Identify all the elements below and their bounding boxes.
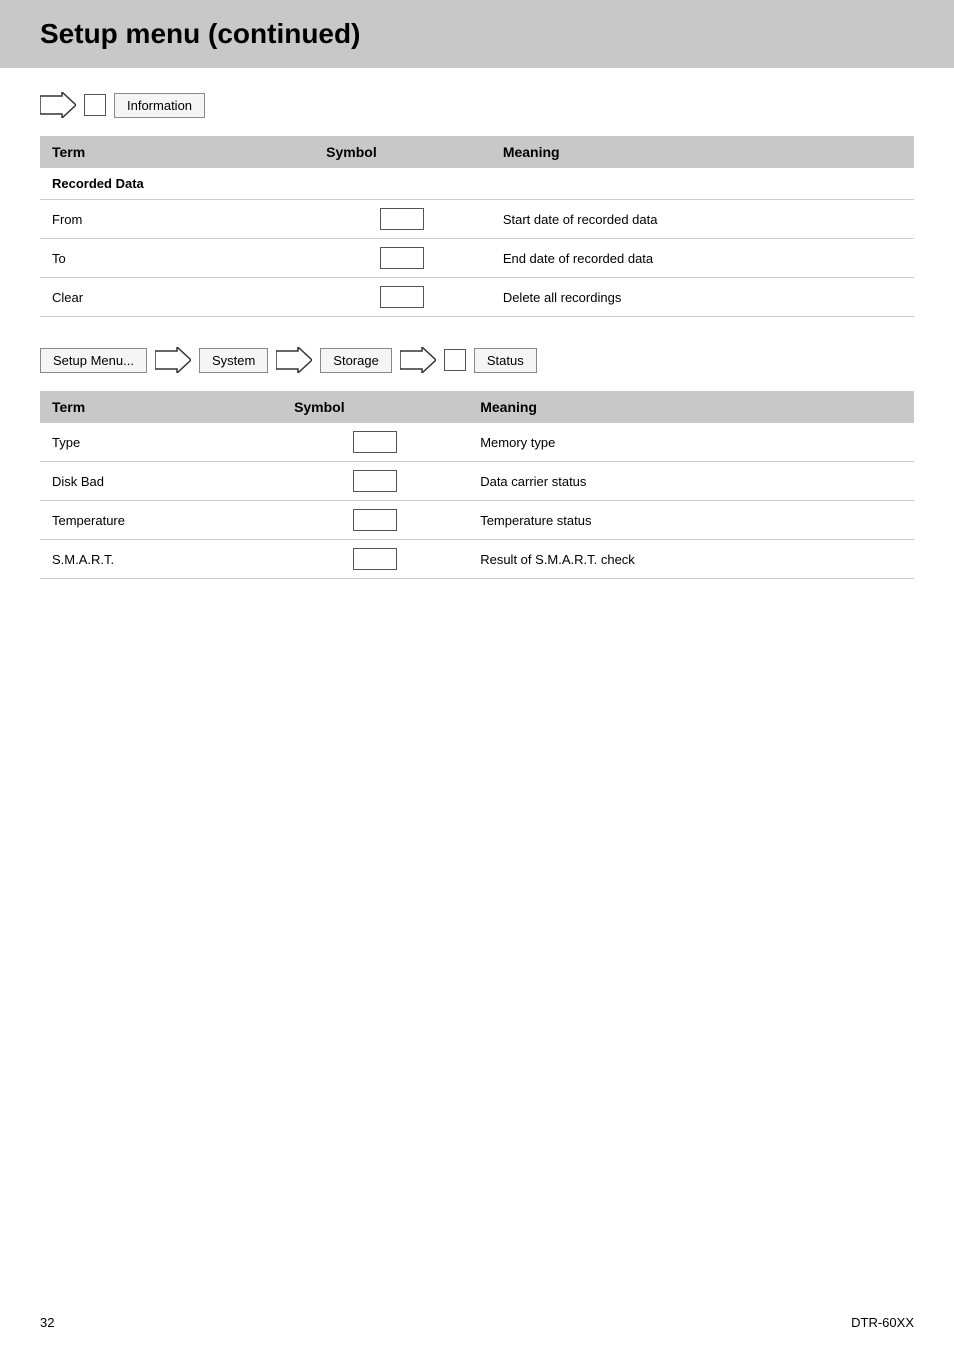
section1-nav: Information: [40, 92, 914, 118]
meaning-cell: Result of S.M.A.R.T. check: [468, 540, 914, 579]
table1-col-symbol: Symbol: [314, 136, 491, 168]
table-row: Disk Bad Data carrier status: [40, 462, 914, 501]
meaning-cell: Start date of recorded data: [491, 200, 914, 239]
meaning-cell: Data carrier status: [468, 462, 914, 501]
meaning-cell: [491, 168, 914, 200]
symbol-cell: [314, 200, 491, 239]
section1-label: Information: [114, 93, 205, 118]
symbol-box: [353, 548, 397, 570]
table-row: Clear Delete all recordings: [40, 278, 914, 317]
table1-header-row: Term Symbol Meaning: [40, 136, 914, 168]
table2-header-row: Term Symbol Meaning: [40, 391, 914, 423]
term-cell: From: [40, 200, 314, 239]
term-cell: To: [40, 239, 314, 278]
table-row: S.M.A.R.T. Result of S.M.A.R.T. check: [40, 540, 914, 579]
breadcrumb-setup-menu: Setup Menu...: [40, 348, 147, 373]
section1-table: Term Symbol Meaning Recorded Data From S…: [40, 136, 914, 317]
symbol-cell: [282, 423, 468, 462]
term-cell: Disk Bad: [40, 462, 282, 501]
symbol-box: [353, 470, 397, 492]
symbol-cell: [314, 168, 491, 200]
arrow-icon-1: [40, 92, 76, 118]
section2-table: Term Symbol Meaning Type Memory type Dis…: [40, 391, 914, 579]
table-row: From Start date of recorded data: [40, 200, 914, 239]
table1-col-term: Term: [40, 136, 314, 168]
table2-col-symbol: Symbol: [282, 391, 468, 423]
term-cell: Type: [40, 423, 282, 462]
term-cell: Recorded Data: [40, 168, 314, 200]
page-number: 32: [40, 1315, 54, 1330]
symbol-cell: [314, 278, 491, 317]
breadcrumb-storage: Storage: [320, 348, 392, 373]
table2-col-meaning: Meaning: [468, 391, 914, 423]
meaning-cell: Delete all recordings: [491, 278, 914, 317]
symbol-box: [380, 208, 424, 230]
symbol-box: [353, 431, 397, 453]
term-cell: Clear: [40, 278, 314, 317]
table-row: Recorded Data: [40, 168, 914, 200]
document-id: DTR-60XX: [851, 1315, 914, 1330]
symbol-box: [380, 247, 424, 269]
page-title: Setup menu (continued): [40, 18, 930, 50]
footer: 32 DTR-60XX: [40, 1315, 914, 1330]
nav-screen-icon-1: [84, 94, 106, 116]
page: Setup menu (continued) Information Term …: [0, 0, 954, 1354]
table-row: Type Memory type: [40, 423, 914, 462]
nav-screen-icon-2: [444, 349, 466, 371]
term-cell: Temperature: [40, 501, 282, 540]
symbol-cell: [282, 462, 468, 501]
arrow-icon-4: [400, 347, 436, 373]
table-row: Temperature Temperature status: [40, 501, 914, 540]
symbol-cell: [282, 501, 468, 540]
meaning-cell: End date of recorded data: [491, 239, 914, 278]
symbol-cell: [314, 239, 491, 278]
meaning-cell: Temperature status: [468, 501, 914, 540]
table-row: To End date of recorded data: [40, 239, 914, 278]
symbol-box: [353, 509, 397, 531]
table1-col-meaning: Meaning: [491, 136, 914, 168]
meaning-cell: Memory type: [468, 423, 914, 462]
symbol-cell: [282, 540, 468, 579]
symbol-box: [380, 286, 424, 308]
breadcrumb-system: System: [199, 348, 268, 373]
term-cell: S.M.A.R.T.: [40, 540, 282, 579]
arrow-icon-2: [155, 347, 191, 373]
arrow-icon-3: [276, 347, 312, 373]
breadcrumb-status: Status: [474, 348, 537, 373]
header-bar: Setup menu (continued): [0, 0, 954, 68]
breadcrumb-nav: Setup Menu... System Storage Status: [40, 347, 914, 373]
table2-col-term: Term: [40, 391, 282, 423]
